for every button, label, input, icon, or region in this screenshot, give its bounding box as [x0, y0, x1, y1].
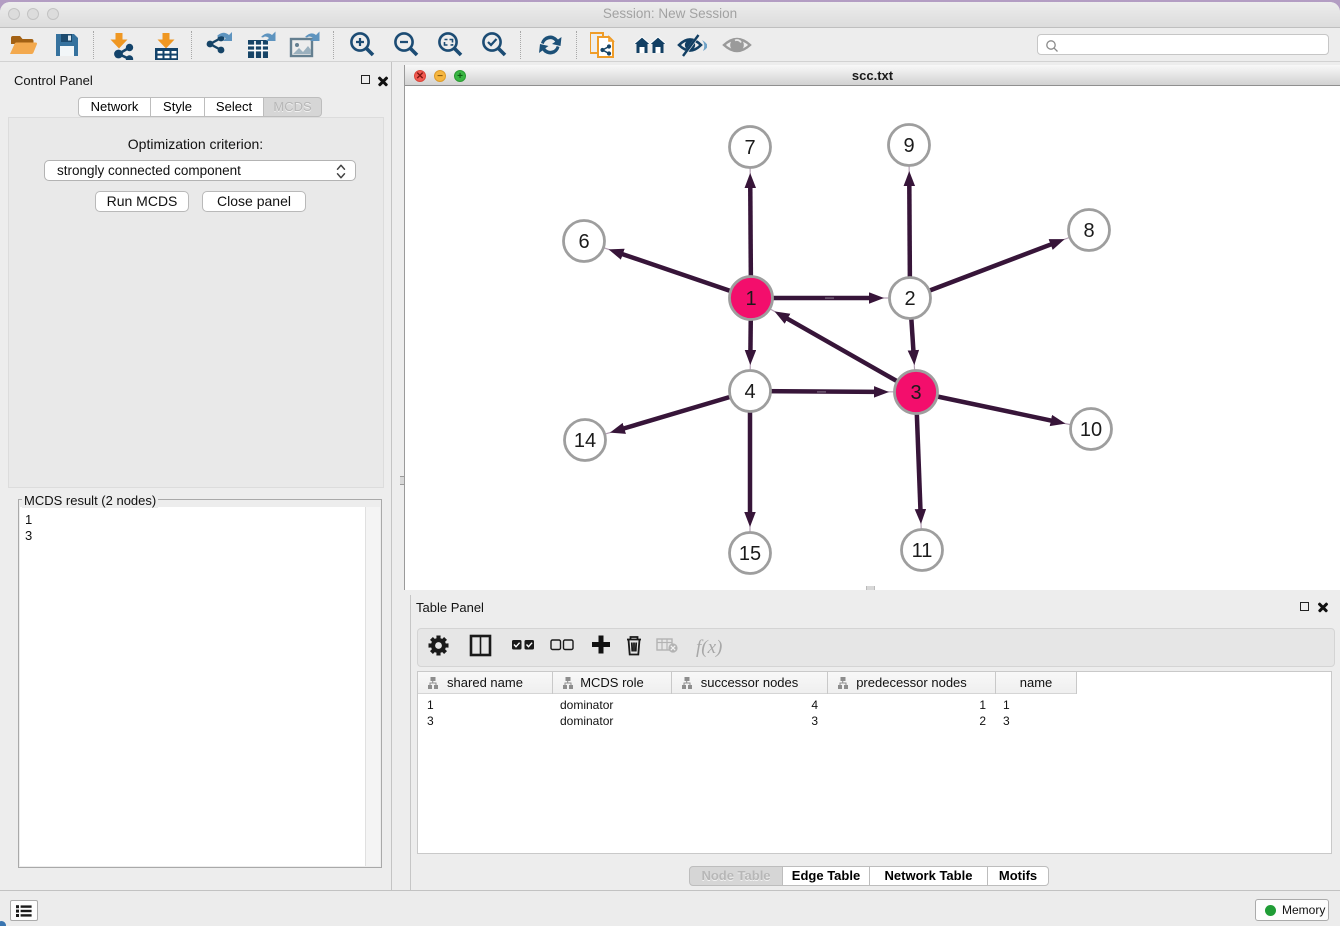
- svg-text:10: 10: [1080, 419, 1102, 441]
- svg-text:9: 9: [903, 135, 914, 157]
- svg-text:8: 8: [1083, 220, 1094, 242]
- svg-text:6: 6: [578, 231, 589, 253]
- svg-text:7: 7: [744, 137, 755, 159]
- svg-text:4: 4: [744, 381, 755, 403]
- svg-text:2: 2: [904, 288, 915, 310]
- svg-text:f(x): f(x): [696, 637, 722, 658]
- svg-text:11: 11: [912, 540, 933, 562]
- svg-text:15: 15: [739, 543, 761, 565]
- svg-text:1: 1: [745, 288, 756, 310]
- svg-text:14: 14: [574, 430, 596, 452]
- svg-text:3: 3: [910, 382, 921, 404]
